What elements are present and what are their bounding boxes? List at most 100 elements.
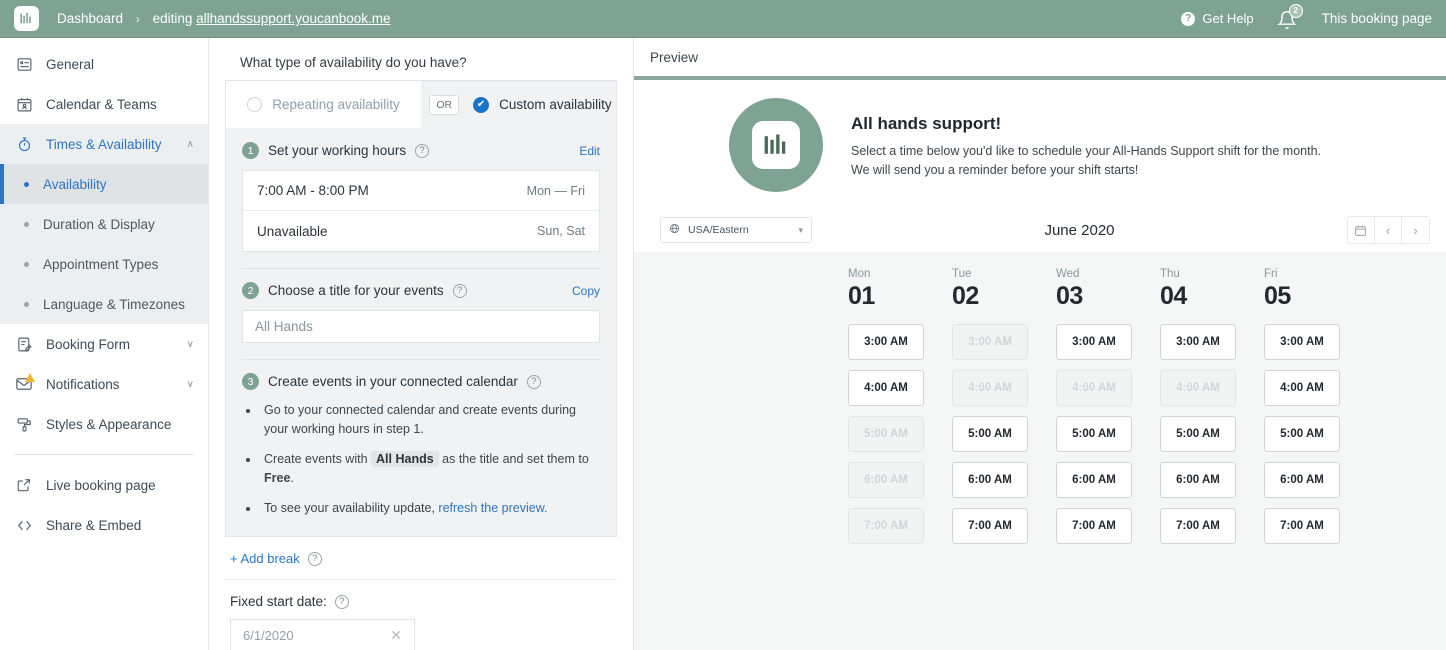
time-slot-button[interactable]: 7:00 AM: [1056, 508, 1132, 544]
time-slot-button[interactable]: 3:00 AM: [1056, 324, 1132, 360]
step-1-header: 1 Set your working hours ? Edit: [242, 142, 600, 159]
step-number-badge: 2: [242, 282, 259, 299]
event-title-chip: All Hands: [371, 451, 439, 467]
refresh-preview-link[interactable]: refresh the preview.: [438, 501, 547, 515]
preview-toolbar: USA/Eastern ▾ June 2020 ‹ ›: [634, 208, 1446, 252]
sidebar-item-language-timezones[interactable]: Language & Timezones: [0, 284, 208, 324]
timezone-select[interactable]: USA/Eastern ▾: [660, 217, 812, 243]
list-item: Create events with All Hands as the titl…: [260, 450, 600, 488]
time-slot-button[interactable]: 3:00 AM: [1264, 324, 1340, 360]
next-month-button[interactable]: ›: [1402, 217, 1429, 243]
bullet-dot-icon: [24, 262, 29, 267]
time-slot-button[interactable]: 6:00 AM: [952, 462, 1028, 498]
clear-icon[interactable]: ✕: [390, 627, 402, 644]
instruction-text: To see your availability update,: [264, 501, 435, 515]
step-number-badge: 1: [242, 142, 259, 159]
sidebar-item-live-booking-page[interactable]: Live booking page: [0, 465, 208, 505]
help-icon[interactable]: ?: [335, 595, 349, 609]
copy-event-title-button[interactable]: Copy: [572, 284, 600, 298]
time-slot-button[interactable]: 5:00 AM: [1264, 416, 1340, 452]
help-icon[interactable]: ?: [453, 284, 467, 298]
bullet-dot-icon: [24, 182, 29, 187]
help-icon[interactable]: ?: [415, 144, 429, 158]
sidebar-item-general[interactable]: General: [0, 44, 208, 84]
bars-logo-icon[interactable]: [14, 6, 39, 31]
time-slot-button[interactable]: 4:00 AM: [848, 370, 924, 406]
time-slot-button[interactable]: 4:00 AM: [1264, 370, 1340, 406]
month-label: June 2020: [1044, 222, 1114, 239]
calendar-day-column: Mon013:00 AM4:00 AM5:00 AM6:00 AM7:00 AM: [834, 268, 938, 650]
instruction-bold: Free: [264, 471, 290, 485]
previous-month-button[interactable]: ‹: [1375, 217, 1402, 243]
sidebar-item-label: Share & Embed: [46, 518, 141, 533]
custom-availability-panel: 1 Set your working hours ? Edit 7:00 AM …: [225, 128, 617, 537]
sidebar-item-booking-form[interactable]: Booking Form ∨: [0, 324, 208, 364]
time-slot-list: 3:00 AM4:00 AM5:00 AM6:00 AM7:00 AM: [1042, 324, 1146, 544]
tab-custom-availability[interactable]: OR ✔ Custom availability: [421, 81, 616, 128]
time-slot-list: 3:00 AM 4:00 AM 5:00 AM 6:00 AM 7:00 AM: [1250, 324, 1354, 544]
time-slot-button[interactable]: 6:00 AM: [1056, 462, 1132, 498]
time-slot-button[interactable]: 3:00 AM: [848, 324, 924, 360]
sidebar-item-styles-appearance[interactable]: Styles & Appearance: [0, 404, 208, 444]
time-slot-button[interactable]: 7:00 AM: [1160, 508, 1236, 544]
help-icon[interactable]: ?: [308, 552, 322, 566]
add-break-button[interactable]: + Add break: [230, 551, 300, 566]
time-slot-button[interactable]: 6:00 AM: [1160, 462, 1236, 498]
time-slot-button[interactable]: 5:00 AM: [952, 416, 1028, 452]
sidebar-subitem-label: Appointment Types: [43, 257, 158, 272]
sidebar-divider: [14, 454, 194, 455]
sidebar-subitem-label: Duration & Display: [43, 217, 155, 232]
top-bar-actions: ? Get Help 2 This booking page: [1181, 7, 1432, 31]
tab-repeating-label: Repeating availability: [272, 97, 400, 112]
time-slot-button[interactable]: 6:00 AM: [1264, 462, 1340, 498]
time-slot-list: 3:00 AM4:00 AM5:00 AM6:00 AM7:00 AM: [834, 324, 938, 544]
working-hours-list: 7:00 AM - 8:00 PM Mon — Fri Unavailable …: [242, 170, 600, 252]
paint-roller-icon: [14, 414, 34, 434]
globe-icon: [669, 223, 680, 237]
time-slot-button[interactable]: 7:00 AM: [1264, 508, 1340, 544]
event-title-input[interactable]: All Hands: [242, 310, 600, 343]
sidebar-item-times-availability[interactable]: Times & Availability ∧: [0, 124, 208, 164]
get-help-button[interactable]: ? Get Help: [1181, 11, 1253, 26]
chevron-down-icon: ∨: [187, 339, 194, 350]
notifications-button[interactable]: 2: [1276, 7, 1300, 31]
sidebar-item-label: Times & Availability: [46, 137, 162, 152]
time-slot-button[interactable]: 7:00 AM: [952, 508, 1028, 544]
day-of-week-label: Fri: [1264, 268, 1277, 280]
edit-working-hours-button[interactable]: Edit: [579, 144, 600, 158]
sidebar-item-appointment-types[interactable]: Appointment Types: [0, 244, 208, 284]
time-slot-disabled: 6:00 AM: [848, 462, 924, 498]
instruction-period: .: [290, 471, 293, 485]
step-number-badge: 3: [242, 373, 259, 390]
sidebar-item-share-embed[interactable]: Share & Embed: [0, 505, 208, 545]
time-slot-button[interactable]: 3:00 AM: [1160, 324, 1236, 360]
sidebar-item-availability[interactable]: Availability: [0, 164, 208, 204]
sidebar-item-label: Notifications: [46, 377, 120, 392]
step-3-title: Create events in your connected calendar: [268, 374, 518, 389]
calendar-slots-area: Mon013:00 AM4:00 AM5:00 AM6:00 AM7:00 AM…: [634, 252, 1446, 650]
tab-repeating-availability[interactable]: Repeating availability: [226, 81, 421, 128]
time-slot-button[interactable]: 5:00 AM: [1160, 416, 1236, 452]
calendar-day-column: Wed033:00 AM4:00 AM5:00 AM6:00 AM7:00 AM: [1042, 268, 1146, 650]
sidebar-item-duration-display[interactable]: Duration & Display: [0, 204, 208, 244]
help-icon[interactable]: ?: [527, 375, 541, 389]
timezone-value: USA/Eastern: [688, 224, 749, 236]
sidebar-item-label: General: [46, 57, 94, 72]
sidebar-item-calendar-teams[interactable]: Calendar & Teams: [0, 84, 208, 124]
breadcrumb-dashboard[interactable]: Dashboard: [57, 11, 123, 26]
sidebar-item-notifications[interactable]: Notifications ∨: [0, 364, 208, 404]
working-hours-row[interactable]: 7:00 AM - 8:00 PM Mon — Fri: [243, 171, 599, 211]
breadcrumb: Dashboard › editing allhandssupport.youc…: [57, 11, 391, 26]
contact-card-icon: [14, 54, 34, 74]
calendar-picker-button[interactable]: [1348, 217, 1375, 243]
fixed-start-date-input[interactable]: 6/1/2020 ✕: [230, 619, 415, 650]
time-slot-button[interactable]: 5:00 AM: [1056, 416, 1132, 452]
working-hours-row[interactable]: Unavailable Sun, Sat: [243, 211, 599, 251]
day-number-label: 04: [1160, 282, 1187, 311]
sidebar-item-label: Booking Form: [46, 337, 130, 352]
event-title-value: All Hands: [255, 319, 313, 334]
stopwatch-icon: [14, 134, 34, 154]
this-booking-page-label[interactable]: This booking page: [1322, 11, 1432, 26]
app-root: Dashboard › editing allhandssupport.youc…: [0, 0, 1446, 650]
breadcrumb-page-link[interactable]: allhandssupport.youcanbook.me: [196, 11, 390, 26]
